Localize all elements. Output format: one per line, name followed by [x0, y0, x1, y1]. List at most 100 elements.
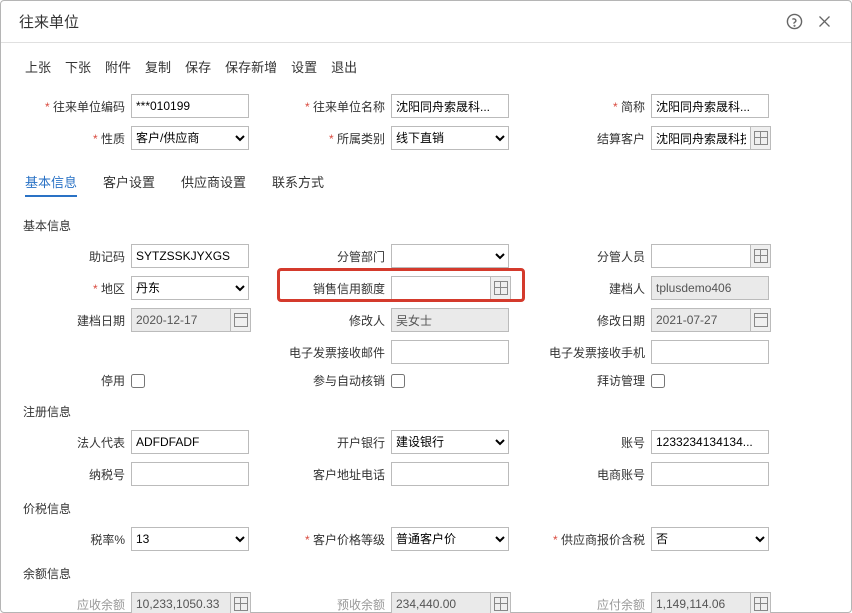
- input-modifier: [391, 308, 509, 332]
- select-nature[interactable]: 客户/供应商: [131, 126, 249, 150]
- top-fields: 往来单位编码 往来单位名称 简称 性质 客户/供应商 所属类别 线下直销 结算客…: [19, 86, 833, 158]
- input-modify-date: [651, 308, 751, 332]
- label-credit: 销售信用额度: [279, 280, 391, 297]
- person-lookup-icon[interactable]: [751, 244, 771, 268]
- label-ap: 应付余额: [539, 596, 651, 613]
- tab-basic[interactable]: 基本信息: [25, 172, 77, 197]
- dialog-contact-unit: 往来单位 上张 下张 附件 复制 保存 保存新增 设置 退出 往来单位编码: [0, 0, 852, 613]
- select-region[interactable]: 丹东: [131, 276, 249, 300]
- label-category: 所属类别: [279, 130, 391, 147]
- label-einv-phone: 电子发票接收手机: [539, 344, 651, 361]
- checkbox-auto-verify[interactable]: [391, 374, 405, 388]
- input-credit[interactable]: [391, 276, 491, 300]
- label-tax: 纳税号: [19, 466, 131, 483]
- label-creator: 建档人: [539, 280, 651, 297]
- header-icons: [785, 13, 833, 31]
- toolbar: 上张 下张 附件 复制 保存 保存新增 设置 退出: [19, 43, 833, 86]
- label-nature: 性质: [19, 130, 131, 147]
- input-acct[interactable]: [651, 430, 769, 454]
- label-auto-verify: 参与自动核销: [279, 372, 391, 389]
- label-code: 往来单位编码: [19, 98, 131, 115]
- toolbar-save[interactable]: 保存: [185, 57, 211, 76]
- credit-calc-icon[interactable]: [491, 276, 511, 300]
- help-icon[interactable]: [785, 13, 803, 31]
- label-pre-recv: 预收余额: [279, 596, 391, 613]
- input-tax[interactable]: [131, 462, 249, 486]
- section-balance-title: 余额信息: [19, 555, 833, 588]
- label-name: 往来单位名称: [279, 98, 391, 115]
- ar-calc-icon[interactable]: [231, 592, 251, 613]
- tab-contact[interactable]: 联系方式: [272, 172, 324, 197]
- input-person[interactable]: [651, 244, 751, 268]
- input-creator: [651, 276, 769, 300]
- section-basic-title: 基本信息: [19, 207, 833, 240]
- tab-supplier[interactable]: 供应商设置: [181, 172, 246, 197]
- select-bank[interactable]: 建设银行: [391, 430, 509, 454]
- toolbar-save-new[interactable]: 保存新增: [225, 57, 277, 76]
- input-ar: [131, 592, 231, 613]
- section-reg: 法人代表 开户银行 建设银行 账号 纳税号 客户地址电话 电商账号: [19, 426, 833, 490]
- toolbar-exit[interactable]: 退出: [331, 57, 357, 76]
- toolbar-attach[interactable]: 附件: [105, 57, 131, 76]
- close-icon[interactable]: [815, 13, 833, 31]
- input-pre-recv: [391, 592, 491, 613]
- label-settle: 结算客户: [539, 130, 651, 147]
- input-legal[interactable]: [131, 430, 249, 454]
- input-addr-tel[interactable]: [391, 462, 509, 486]
- ap-calc-icon[interactable]: [751, 592, 771, 613]
- label-legal: 法人代表: [19, 434, 131, 451]
- settle-lookup-icon[interactable]: [751, 126, 771, 150]
- input-einv-phone[interactable]: [651, 340, 769, 364]
- select-dept[interactable]: [391, 244, 509, 268]
- input-settle[interactable]: [651, 126, 751, 150]
- dialog-header: 往来单位: [1, 1, 851, 43]
- tab-customer[interactable]: 客户设置: [103, 172, 155, 197]
- label-modifier: 修改人: [279, 312, 391, 329]
- label-tax-inc: 供应商报价含税: [539, 531, 651, 548]
- input-name[interactable]: [391, 94, 509, 118]
- input-code[interactable]: [131, 94, 249, 118]
- section-price: 税率% 13 客户价格等级 普通客户价 供应商报价含税 否: [19, 523, 833, 555]
- section-balance: 应收余额 预收余额 应付余额 预付余额: [19, 588, 833, 613]
- label-bank: 开户银行: [279, 434, 391, 451]
- toolbar-prev[interactable]: 上张: [25, 57, 51, 76]
- input-mnemonic[interactable]: [131, 244, 249, 268]
- label-einv-email: 电子发票接收邮件: [279, 344, 391, 361]
- label-disable: 停用: [19, 372, 131, 389]
- toolbar-settings[interactable]: 设置: [291, 57, 317, 76]
- label-eacct: 电商账号: [539, 466, 651, 483]
- toolbar-copy[interactable]: 复制: [145, 57, 171, 76]
- input-create-date: [131, 308, 231, 332]
- label-short: 简称: [539, 98, 651, 115]
- label-dept: 分管部门: [279, 248, 391, 265]
- label-level: 客户价格等级: [279, 531, 391, 548]
- label-region: 地区: [19, 280, 131, 297]
- select-level[interactable]: 普通客户价: [391, 527, 509, 551]
- label-person: 分管人员: [539, 248, 651, 265]
- input-einv-email[interactable]: [391, 340, 509, 364]
- input-ap: [651, 592, 751, 613]
- label-ar: 应收余额: [19, 596, 131, 613]
- label-modify-date: 修改日期: [539, 312, 651, 329]
- input-short[interactable]: [651, 94, 769, 118]
- label-visit: 拜访管理: [539, 372, 651, 389]
- label-mnemonic: 助记码: [19, 248, 131, 265]
- section-reg-title: 注册信息: [19, 393, 833, 426]
- tabs: 基本信息 客户设置 供应商设置 联系方式: [19, 162, 833, 207]
- checkbox-disable[interactable]: [131, 374, 145, 388]
- select-tax-inc[interactable]: 否: [651, 527, 769, 551]
- label-rate: 税率%: [19, 531, 131, 548]
- modify-date-calendar-icon[interactable]: [751, 308, 771, 332]
- select-category[interactable]: 线下直销: [391, 126, 509, 150]
- checkbox-visit[interactable]: [651, 374, 665, 388]
- dialog-body: 上张 下张 附件 复制 保存 保存新增 设置 退出 往来单位编码 往来单位名称 …: [1, 43, 851, 613]
- section-price-title: 价税信息: [19, 490, 833, 523]
- input-eacct[interactable]: [651, 462, 769, 486]
- create-date-calendar-icon[interactable]: [231, 308, 251, 332]
- toolbar-next[interactable]: 下张: [65, 57, 91, 76]
- section-basic: 助记码 分管部门 分管人员 地区 丹东 销售信用额度 建档人: [19, 240, 833, 393]
- label-create-date: 建档日期: [19, 312, 131, 329]
- pre-recv-calc-icon[interactable]: [491, 592, 511, 613]
- label-acct: 账号: [539, 434, 651, 451]
- select-rate[interactable]: 13: [131, 527, 249, 551]
